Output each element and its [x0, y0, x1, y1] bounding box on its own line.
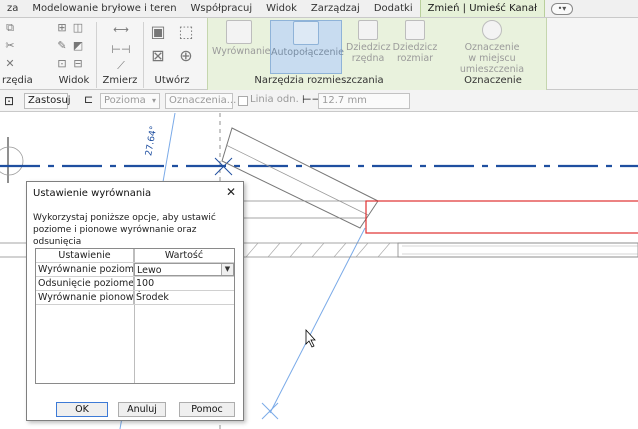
justification-settings-dialog: Ustawienie wyrównania ✕ Wykorzystaj poni… — [26, 181, 244, 421]
paint-icon[interactable]: ✎ — [56, 40, 68, 52]
leader-checkbox[interactable] — [238, 96, 248, 106]
inherit-elevation-button[interactable]: Dziedzicz rzędna — [346, 20, 391, 74]
linework-icon[interactable]: ⊟ — [72, 58, 84, 70]
measure-icon[interactable]: ⟷ — [108, 24, 134, 36]
panel-zmierz-label: Zmierz — [102, 75, 138, 86]
justification-icon — [226, 20, 252, 44]
header-value: Wartość — [164, 250, 204, 261]
inherit-size-button[interactable]: Dziedzicz rozmiar — [392, 20, 438, 74]
window-opening — [397, 242, 638, 258]
setting-vertical-justification: Wyrównanie pionowe — [38, 291, 134, 304]
tag-icon — [482, 20, 502, 40]
modify-panel-label: rzędia — [2, 75, 33, 86]
chevron-down-icon[interactable]: ▼ — [221, 264, 233, 275]
aligned-dimension-icon[interactable]: ⟋ — [108, 60, 134, 72]
horizontal-offset-value[interactable]: 100 — [134, 277, 234, 290]
tab-manage[interactable]: Zarządzaj — [304, 0, 367, 17]
hide-icon[interactable]: ◫ — [72, 22, 84, 34]
demolish-icon[interactable]: ⊡ — [56, 58, 68, 70]
orientation-icon: ⊏ — [84, 93, 94, 106]
table-row: Wyrównanie pionowe Środek — [36, 291, 234, 305]
inherit-size-icon — [405, 20, 425, 40]
split-icon[interactable]: ✕ — [4, 58, 16, 70]
header-setting: Ustawienie — [36, 249, 134, 262]
dimension-icon[interactable]: ⊢⊣ — [108, 44, 134, 56]
tab-addins[interactable]: Dodatki — [367, 0, 420, 17]
dialog-description: Wykorzystaj poniższe opcje, aby ustawić … — [33, 213, 216, 247]
match-type-icon[interactable]: ⊞ — [56, 22, 68, 34]
placement-tools-panel: Wyrównanie Autopołączenie Dziedzicz rzęd… — [207, 18, 547, 90]
inherit-elevation-icon — [358, 20, 378, 40]
create-similar-icon[interactable]: ⊕ — [176, 46, 196, 66]
close-icon[interactable]: ✕ — [226, 185, 236, 199]
vertical-justification-value[interactable]: Środek — [134, 291, 234, 304]
tab-za[interactable]: za — [0, 0, 25, 17]
settings-table: Ustawienie Wartość Wyrównanie poziome Le… — [35, 248, 235, 384]
ribbon: ⧉ ✂ ✕ rzędia ⊞ ✎ ⊡ ◫ ◩ ⊟ Widok ⟷ ⊢⊣ ⟋ Zm… — [0, 18, 638, 90]
auto-connect-icon — [293, 21, 319, 45]
cut-icon[interactable]: ✂ — [4, 40, 16, 52]
help-button[interactable]: Pomoc — [179, 402, 235, 417]
justification-button[interactable]: Wyrównanie — [212, 20, 270, 74]
tab-modify-place-duct[interactable]: Zmień | Umieść Kanał — [419, 0, 545, 17]
leader-label: Linia odn. — [250, 94, 299, 105]
panel-utworz-label: Utwórz — [154, 75, 190, 86]
leader-length-field[interactable]: 12.7 mm — [318, 93, 410, 109]
horizontal-justification-select[interactable]: Lewo ▼ — [134, 263, 234, 276]
wall-hatch — [245, 242, 391, 258]
properties-icon[interactable]: ⊡ — [4, 93, 20, 109]
create-parts-icon[interactable]: ⬚ — [176, 22, 196, 42]
ok-button[interactable]: OK — [56, 402, 108, 417]
panel-oznaczenie-label: Oznaczenie — [464, 75, 522, 86]
dialog-title: Ustawienie wyrównania — [33, 188, 152, 199]
setting-horizontal-offset: Odsunięcie poziome — [38, 277, 134, 290]
auto-connect-button[interactable]: Autopołączenie — [270, 20, 344, 74]
angle-label: 27.64° — [144, 125, 159, 157]
ribbon-tab-bar: za Modelowanie bryłowe i teren Współprac… — [0, 0, 638, 18]
tab-collaborate[interactable]: Współpracuj — [184, 0, 260, 17]
tag-type-field[interactable]: Oznaczenia... — [165, 93, 236, 109]
copy-icon[interactable]: ⧉ — [4, 22, 16, 34]
chevron-down-icon: ▾ — [151, 96, 156, 105]
create-group-icon[interactable]: ⊠ — [148, 46, 168, 66]
grid-bubble — [0, 146, 24, 176]
tab-massing-site[interactable]: Modelowanie bryłowe i teren — [25, 0, 183, 17]
tag-on-placement-button[interactable]: Oznaczenie w miejscu umieszczenia — [440, 20, 544, 75]
table-header-row: Ustawienie Wartość — [36, 249, 234, 263]
create-assembly-icon[interactable]: ▣ — [148, 22, 168, 42]
override-icon[interactable]: ◩ — [72, 40, 84, 52]
options-bar: ⊡ Zastosuj ⊏ Pozioma ▾ Oznaczenia... Lin… — [0, 90, 638, 112]
table-row: Odsunięcie poziome 100 — [36, 277, 234, 291]
angled-duct — [221, 127, 379, 229]
panel-narzedzia-label: Narzędzia rozmieszczania — [254, 75, 384, 86]
ribbon-toggle-button[interactable]: •▾ — [550, 3, 573, 15]
cancel-button[interactable]: Anuluj — [118, 402, 166, 417]
table-row: Wyrównanie poziome Lewo ▼ — [36, 263, 234, 277]
guide-line-right — [269, 227, 366, 414]
placed-duct-outline — [365, 200, 638, 234]
tab-view[interactable]: Widok — [259, 0, 304, 17]
panel-widok-label: Widok — [58, 75, 90, 86]
setting-horizontal-justification: Wyrównanie poziome — [38, 263, 134, 276]
mouse-cursor-icon — [305, 328, 316, 348]
apply-button[interactable]: Zastosuj — [24, 93, 71, 109]
orientation-select[interactable]: Pozioma ▾ — [100, 93, 160, 109]
